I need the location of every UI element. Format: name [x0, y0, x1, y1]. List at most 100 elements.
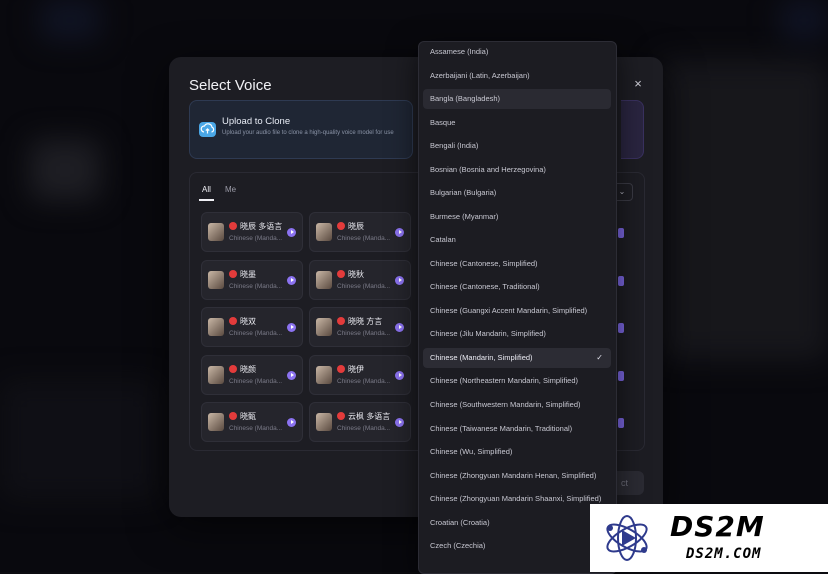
- dropdown-option[interactable]: Bulgarian (Bulgaria): [423, 183, 611, 203]
- voice-language: Chinese (Manda...: [229, 378, 283, 385]
- dropdown-option-selected[interactable]: Chinese (Mandarin, Simplified) ✓: [423, 347, 611, 368]
- play-icon[interactable]: [618, 276, 624, 286]
- flag-icon: [337, 412, 345, 420]
- play-icon[interactable]: [287, 371, 296, 380]
- play-icon[interactable]: [618, 228, 624, 238]
- avatar: [316, 318, 332, 336]
- avatar: [316, 271, 332, 289]
- voice-card[interactable]: 晓甄 Chinese (Manda...: [201, 402, 303, 442]
- dropdown-option[interactable]: Chinese (Zhongyuan Mandarin Shaanxi, Sim…: [423, 489, 611, 509]
- flag-icon: [337, 270, 345, 278]
- flag-icon: [229, 222, 237, 230]
- dropdown-option[interactable]: Burmese (Myanmar): [423, 207, 611, 227]
- play-icon[interactable]: [395, 276, 404, 285]
- voice-name: 晓伊: [348, 365, 364, 374]
- flag-icon: [337, 365, 345, 373]
- voice-name: 云枫 多语言: [348, 412, 391, 421]
- flag-icon: [229, 317, 237, 325]
- dropdown-option[interactable]: Chinese (Southwestern Mandarin, Simplifi…: [423, 395, 611, 415]
- voice-name: 晓墨: [240, 270, 256, 279]
- voice-card[interactable]: 晓辰 多语言 Chinese (Manda...: [201, 212, 303, 252]
- play-icon[interactable]: [395, 228, 404, 237]
- upload-subtitle: Upload your audio file to clone a high-q…: [222, 130, 394, 136]
- dropdown-option[interactable]: Azerbaijani (Latin, Azerbaijan): [423, 66, 611, 86]
- voice-card[interactable]: 晓双 Chinese (Manda...: [201, 307, 303, 347]
- cloud-upload-icon: [199, 122, 216, 137]
- play-icon[interactable]: [395, 323, 404, 332]
- voice-language: Chinese (Manda...: [229, 425, 283, 432]
- avatar: [316, 366, 332, 384]
- flag-icon: [229, 365, 237, 373]
- flag-icon: [337, 317, 345, 325]
- avatar: [208, 366, 224, 384]
- voice-card[interactable]: 晓晓 方言 Chinese (Manda...: [309, 307, 411, 347]
- check-icon: ✓: [596, 352, 603, 362]
- dropdown-option[interactable]: Chinese (Zhongyuan Mandarin Henan, Simpl…: [423, 466, 611, 486]
- dropdown-option[interactable]: Chinese (Taiwanese Mandarin, Traditional…: [423, 419, 611, 439]
- voice-name: 晓双: [240, 317, 256, 326]
- avatar: [316, 413, 332, 431]
- voice-name: 晓辰 多语言: [240, 222, 283, 231]
- tab-underline: [199, 199, 214, 201]
- watermark-title: DS2M: [670, 510, 765, 543]
- voice-name: 晓甄: [240, 412, 256, 421]
- play-icon[interactable]: [287, 323, 296, 332]
- voice-card[interactable]: 晓辰 Chinese (Manda...: [309, 212, 411, 252]
- dropdown-option[interactable]: Chinese (Wu, Simplified): [423, 442, 611, 462]
- upload-to-clone-card[interactable]: Upload to Clone Upload your audio file t…: [189, 100, 413, 159]
- flag-icon: [229, 270, 237, 278]
- avatar: [208, 271, 224, 289]
- dropdown-option[interactable]: Chinese (Northeastern Mandarin, Simplifi…: [423, 371, 611, 391]
- voice-language: Chinese (Manda...: [229, 235, 283, 242]
- voice-card[interactable]: 晓秋 Chinese (Manda...: [309, 260, 411, 300]
- watermark: DS2M DS2M.COM: [590, 504, 828, 572]
- dropdown-option[interactable]: Croatian (Croatia): [423, 513, 611, 533]
- voice-card[interactable]: 晓伊 Chinese (Manda...: [309, 355, 411, 395]
- dropdown-option[interactable]: Catalan: [423, 230, 611, 250]
- voice-language: Chinese (Manda...: [337, 425, 391, 432]
- option-label: Chinese (Mandarin, Simplified): [430, 352, 533, 362]
- tab-all[interactable]: All: [202, 185, 211, 194]
- voice-card[interactable]: 云枫 多语言 Chinese (Manda...: [309, 402, 411, 442]
- close-icon[interactable]: ×: [629, 75, 647, 93]
- modal-title: Select Voice: [189, 77, 272, 94]
- voice-language: Chinese (Manda...: [337, 378, 391, 385]
- play-icon[interactable]: [618, 418, 624, 428]
- upload-title: Upload to Clone: [222, 116, 291, 127]
- secondary-card-edge[interactable]: [621, 100, 644, 159]
- dropdown-option[interactable]: Chinese (Cantonese, Traditional): [423, 277, 611, 297]
- watermark-url: DS2M.COM: [686, 546, 762, 562]
- avatar: [208, 413, 224, 431]
- dropdown-option[interactable]: Chinese (Cantonese, Simplified): [423, 254, 611, 274]
- dropdown-option[interactable]: Czech (Czechia): [423, 536, 611, 556]
- voice-name: 晓秋: [348, 270, 364, 279]
- dropdown-option[interactable]: Bengali (India): [423, 136, 611, 156]
- voice-name: 晓晓 方言: [348, 317, 383, 326]
- tab-me[interactable]: Me: [225, 185, 236, 194]
- play-icon[interactable]: [618, 371, 624, 381]
- avatar: [208, 318, 224, 336]
- voice-language: Chinese (Manda...: [337, 330, 391, 337]
- dropdown-option[interactable]: Basque: [423, 113, 611, 133]
- dropdown-option[interactable]: Bangla (Bangladesh): [423, 89, 611, 109]
- play-icon[interactable]: [618, 323, 624, 333]
- voice-language: Chinese (Manda...: [229, 330, 283, 337]
- voice-name: 晓辰: [348, 222, 364, 231]
- voice-card[interactable]: 晓颜 Chinese (Manda...: [201, 355, 303, 395]
- voice-language: Chinese (Manda...: [229, 283, 283, 290]
- dropdown-option[interactable]: Assamese (India): [423, 42, 611, 62]
- play-icon[interactable]: [287, 228, 296, 237]
- play-icon[interactable]: [395, 418, 404, 427]
- voice-card[interactable]: 晓墨 Chinese (Manda...: [201, 260, 303, 300]
- dropdown-option[interactable]: Chinese (Guangxi Accent Mandarin, Simpli…: [423, 301, 611, 321]
- voice-language: Chinese (Manda...: [337, 283, 391, 290]
- dropdown-option[interactable]: Chinese (Jilu Mandarin, Simplified): [423, 324, 611, 344]
- play-icon[interactable]: [287, 276, 296, 285]
- avatar: [208, 223, 224, 241]
- play-icon[interactable]: [287, 418, 296, 427]
- flag-icon: [229, 412, 237, 420]
- flag-icon: [337, 222, 345, 230]
- dropdown-option[interactable]: Bosnian (Bosnia and Herzegovina): [423, 160, 611, 180]
- play-icon[interactable]: [395, 371, 404, 380]
- language-dropdown: Assamese (India) Azerbaijani (Latin, Aze…: [418, 41, 617, 574]
